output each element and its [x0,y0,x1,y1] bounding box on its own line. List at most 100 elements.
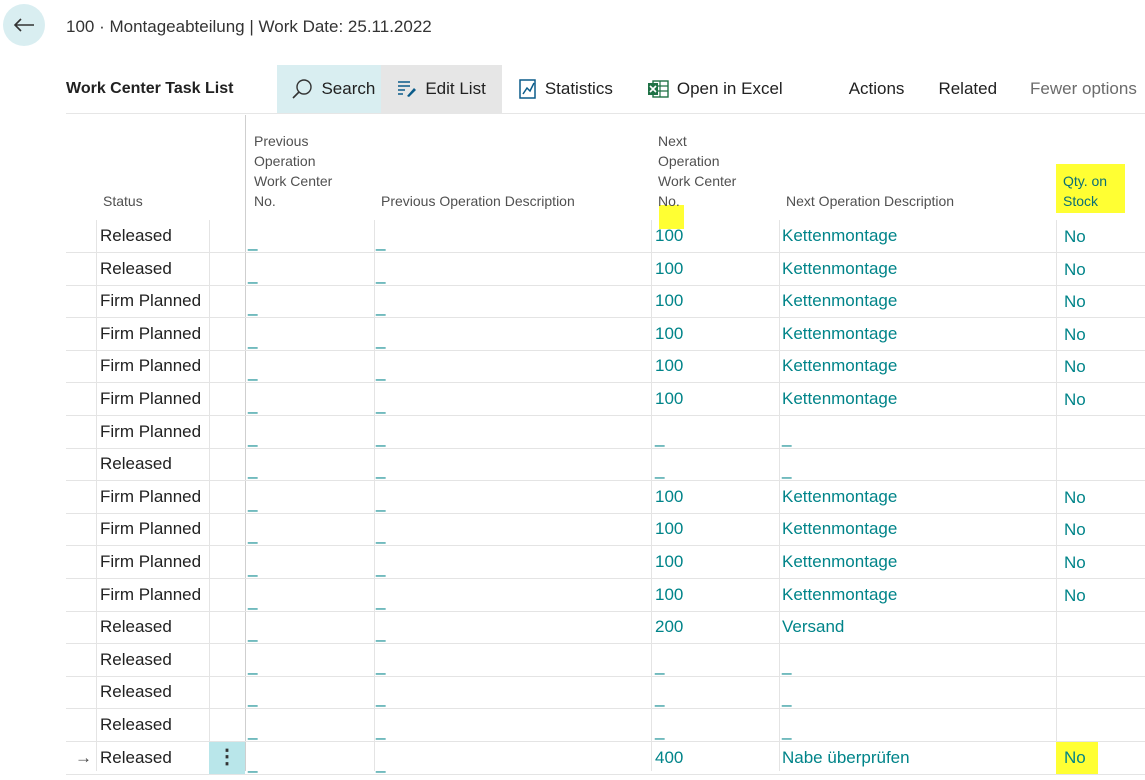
table-row[interactable]: Firm Planned _ _ 100 Kettenmontage No [66,318,1145,351]
next-operation-description-cell[interactable]: Kettenmontage [782,513,897,545]
statistics-label: Statistics [544,79,613,98]
qty-on-stock-cell[interactable]: No [1064,221,1086,253]
next-operation-description-cell[interactable]: Kettenmontage [782,481,897,513]
header-line: Work Center [254,173,333,189]
qty-on-stock-cell[interactable]: No [1064,319,1086,351]
edit-list-icon [398,81,417,97]
next-operation-work-center-no-cell[interactable]: 100 [655,383,683,415]
next-operation-work-center-no-cell[interactable]: 100 [655,253,683,285]
header-line: Stock [1063,193,1099,209]
table-row[interactable]: Firm Planned _ _ 100 Kettenmontage No [66,481,1145,514]
next-operation-description-cell[interactable]: Versand [782,611,844,643]
column-header-next-operation-work-center-no[interactable]: Next Operation Work Center No. [658,131,736,211]
next-operation-description-cell[interactable]: Kettenmontage [782,285,897,317]
next-operation-description-cell[interactable]: Kettenmontage [782,579,897,611]
status-cell: Firm Planned [100,389,202,408]
next-operation-work-center-no-cell[interactable]: 100 [655,350,683,382]
header-line: No. [254,193,276,209]
qty-on-stock-cell[interactable]: No [1064,351,1086,383]
previous-operation-work-center-no-cell[interactable]: _ [248,748,257,780]
status-cell: Firm Planned [100,552,202,571]
status-cell: Released [100,617,172,637]
status-cell: Released [100,715,172,734]
next-operation-work-center-no-cell[interactable]: 100 [655,579,683,611]
table-row[interactable]: Firm Planned _ _ _ _ [66,416,1145,449]
status-cell: Firm Planned [100,519,202,539]
status-cell: Firm Planned [100,291,202,311]
qty-on-stock-cell[interactable]: No [1056,741,1098,774]
table-row[interactable]: Firm Planned _ _ 100 Kettenmontage No [66,285,1145,319]
next-operation-work-center-no-cell[interactable]: 100 [655,513,683,545]
search-label: Search [321,79,376,98]
table-row[interactable]: Released _ _ _ _ [66,448,1145,482]
header-line: Next [658,133,687,149]
status-cell: Firm Planned [100,323,202,343]
edit-list-label: Edit List [425,79,486,98]
table-row[interactable]: Released _ _ 100 Kettenmontage No [66,220,1145,253]
next-operation-work-center-no-cell[interactable]: 100 [655,481,683,513]
status-cell: Firm Planned [100,584,202,604]
breadcrumb: 100 · Montageabteilung | Work Date: 25.1… [66,17,432,36]
back-arrow-icon [13,18,34,32]
next-operation-work-center-no-cell[interactable]: 100 [655,285,683,317]
column-header-qty-on-stock[interactable]: Qty. on Stock [1063,171,1107,211]
next-operation-description-cell[interactable]: Kettenmontage [782,383,897,415]
statistics-button[interactable]: Statistics [502,65,630,113]
search-button[interactable]: Search [277,65,382,113]
next-operation-description-cell[interactable]: Kettenmontage [782,253,897,285]
status-cell: Firm Planned [100,356,202,376]
status-cell: Firm Planned [100,421,202,441]
column-header-next-operation-description[interactable]: Next Operation Description [786,191,954,211]
status-cell: Released [100,258,172,278]
table-row[interactable]: Released _ _ 400 Nabe überprüfen No → ⋮ [66,741,1145,775]
next-operation-work-center-no-cell[interactable]: 100 [655,546,683,578]
qty-on-stock-cell[interactable]: No [1064,580,1086,612]
table-row[interactable]: Firm Planned _ _ 100 Kettenmontage No [66,383,1145,416]
statistics-icon [519,79,536,99]
table-row[interactable]: Firm Planned _ _ 100 Kettenmontage No [66,579,1145,612]
column-header-previous-operation-work-center-no[interactable]: Previous Operation Work Center No. [254,131,332,211]
column-header-status[interactable]: Status [103,191,143,211]
qty-on-stock-cell[interactable]: No [1064,384,1086,416]
header-line: Previous [254,133,309,149]
next-operation-description-cell[interactable]: Nabe überprüfen [782,742,910,774]
next-operation-description-cell[interactable]: Kettenmontage [782,350,897,382]
table-row[interactable]: Firm Planned _ _ 100 Kettenmontage No [66,546,1145,579]
previous-operation-description-cell[interactable]: _ [376,748,385,780]
table-row[interactable]: Released _ _ 200 Versand [66,611,1145,645]
action-bar: Work Center Task List Search Edit List S… [66,65,1145,113]
next-operation-work-center-no-cell[interactable]: 100 [655,318,683,350]
table-row[interactable]: Firm Planned _ _ 100 Kettenmontage No [66,350,1145,384]
next-operation-work-center-no-cell[interactable]: 400 [655,742,683,774]
table-row[interactable]: Released _ _ _ _ [66,709,1145,742]
next-operation-work-center-no-cell[interactable]: 100 [655,220,683,252]
next-operation-work-center-no-cell[interactable]: 200 [655,611,683,643]
qty-on-stock-cell[interactable]: No [1064,482,1086,514]
table-row[interactable]: Released _ _ 100 Kettenmontage No [66,253,1145,286]
qty-on-stock-cell[interactable]: No [1064,286,1086,318]
next-operation-description-cell[interactable]: Kettenmontage [782,318,897,350]
open-in-excel-button[interactable]: Open in Excel [630,65,800,113]
next-operation-description-cell[interactable]: Kettenmontage [782,546,897,578]
fewer-options-button[interactable]: Fewer options [1014,65,1145,113]
table-row[interactable]: Released _ _ _ _ [66,644,1145,677]
status-cell: Released [100,454,172,474]
table-row[interactable]: Released _ _ _ _ [66,676,1145,710]
status-cell: Firm Planned [100,486,202,506]
excel-icon [647,80,669,98]
row-menu-button[interactable]: ⋮ [209,741,245,774]
related-menu[interactable]: Related [921,65,1014,113]
table-row[interactable]: Firm Planned _ _ 100 Kettenmontage No [66,513,1145,547]
status-cell: Released [100,747,172,767]
column-header-previous-operation-description[interactable]: Previous Operation Description [381,191,575,211]
qty-on-stock-cell[interactable]: No [1064,514,1086,546]
search-icon [292,79,313,99]
back-button[interactable] [3,4,45,46]
actions-menu[interactable]: Actions [832,65,922,113]
header-line: Operation [254,153,316,169]
edit-list-button[interactable]: Edit List [381,65,502,113]
qty-on-stock-cell[interactable]: No [1064,547,1086,579]
next-operation-description-cell[interactable]: Kettenmontage [782,220,897,252]
selected-row-arrow-icon: → [75,747,92,767]
qty-on-stock-cell[interactable]: No [1064,254,1086,286]
